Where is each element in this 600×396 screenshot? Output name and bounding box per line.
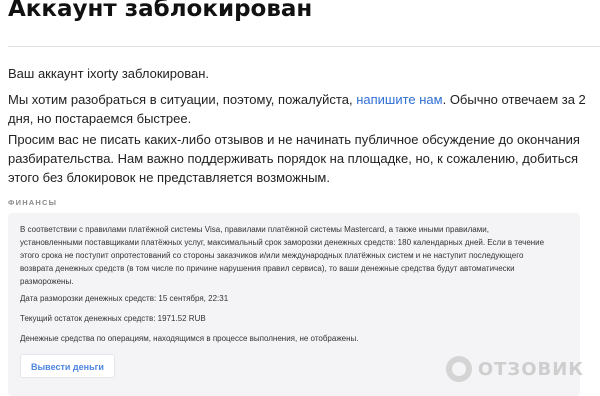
contact-paragraph: Мы хотим разобраться в ситуации, поэтому… bbox=[8, 90, 588, 128]
page-title: Аккаунт заблокирован bbox=[8, 0, 313, 22]
withdraw-money-button[interactable]: Вывести деньги bbox=[20, 354, 115, 378]
title-divider bbox=[8, 46, 600, 47]
unfreeze-date: Дата разморозки денежных средств: 15 сен… bbox=[20, 294, 229, 303]
pending-note: Денежные средства по операциям, находящи… bbox=[20, 334, 359, 343]
contact-text-before: Мы хотим разобраться в ситуации, поэтому… bbox=[8, 92, 357, 107]
finance-section-label: ФИНАНСЫ bbox=[8, 198, 58, 207]
otzovik-logo-icon bbox=[445, 356, 472, 382]
current-balance: Текущий остаток денежных средств: 1971.5… bbox=[20, 314, 206, 323]
contact-us-link[interactable]: напишите нам bbox=[356, 92, 442, 107]
watermark: ОТЗОВИК bbox=[445, 356, 584, 382]
watermark-text: ОТЗОВИК bbox=[477, 358, 584, 380]
blocked-message: Ваш аккаунт ixorty заблокирован. bbox=[8, 66, 210, 81]
finance-rules-text: В соответствии с правилами платёжной сис… bbox=[20, 225, 545, 286]
request-paragraph: Просим вас не писать каких-либо отзывов … bbox=[8, 132, 580, 185]
